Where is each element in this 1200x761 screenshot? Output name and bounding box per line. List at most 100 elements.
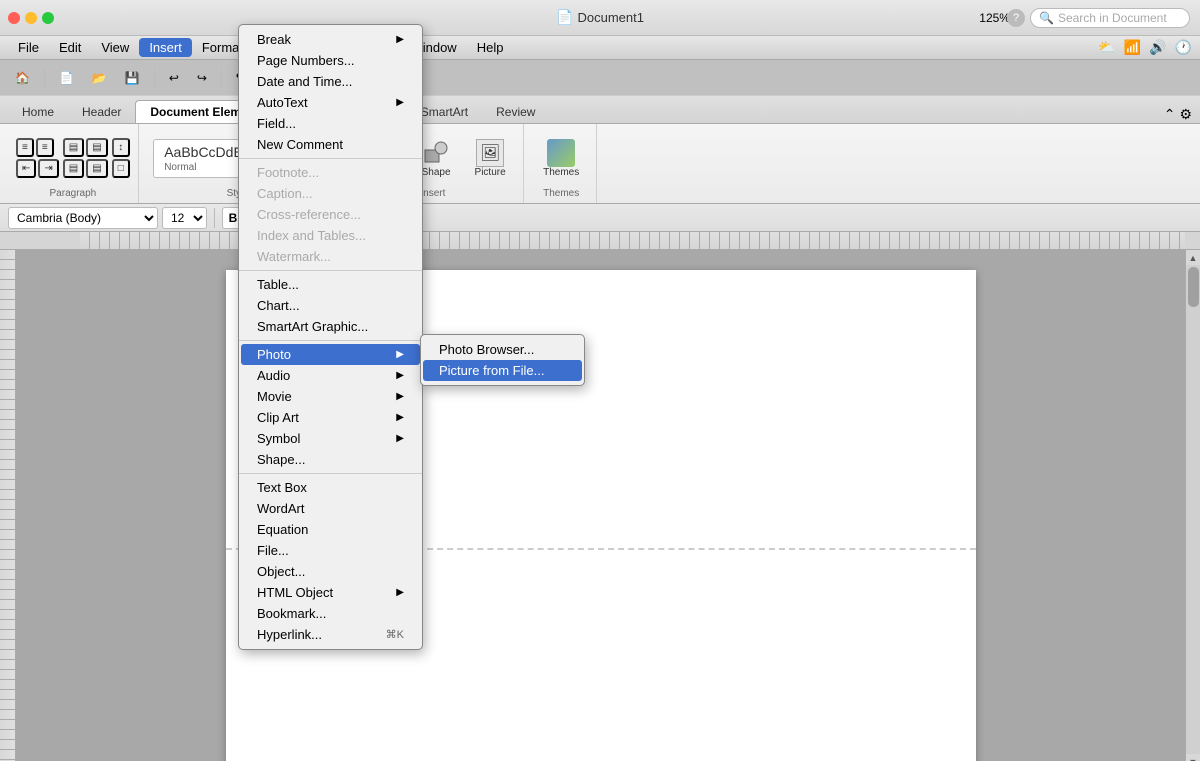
main-area: ▲ ▼ (0, 250, 1200, 761)
menu-view[interactable]: View (91, 38, 139, 57)
scroll-down-button[interactable]: ▼ (1186, 754, 1200, 761)
ruler-left-margin (0, 232, 80, 249)
menu-item-break[interactable]: Break ▶ (241, 29, 420, 50)
menu-item-table[interactable]: Table... (241, 274, 420, 295)
shape-label: Shape (422, 167, 451, 178)
indent-decrease-button[interactable]: ⇤ (16, 159, 36, 178)
break-arrow: ▶ (396, 34, 404, 45)
font-size-select[interactable]: 12 (162, 207, 207, 229)
menu-bar: File Edit View Insert Format Font Tools … (0, 36, 1200, 60)
toolbar-separator-1 (44, 68, 45, 88)
list-number-button[interactable]: ≡ (36, 138, 54, 157)
save-button[interactable]: 💾 (118, 68, 147, 88)
photo-submenu[interactable]: Photo Browser... Picture from File... (420, 334, 585, 386)
home-button[interactable]: 🏠 (8, 68, 37, 88)
ribbon-settings-button[interactable]: ⚙ (1179, 106, 1192, 123)
doc-title: Document1 (577, 10, 643, 25)
menu-item-cross-reference: Cross-reference... (241, 204, 420, 225)
align-left-button[interactable]: ▤ (63, 138, 84, 157)
menu-item-text-box[interactable]: Text Box (241, 477, 420, 498)
menu-item-object[interactable]: Object... (241, 561, 420, 582)
ruler-right-margin (1185, 232, 1200, 249)
menu-item-date-time[interactable]: Date and Time... (241, 71, 420, 92)
menu-item-html-object[interactable]: HTML Object ▶ (241, 582, 420, 603)
menu-item-shape[interactable]: Shape... (241, 449, 420, 470)
scroll-track[interactable] (1186, 265, 1200, 754)
clip-art-arrow: ▶ (396, 412, 404, 423)
list-bullet-button[interactable]: ≡ (16, 138, 34, 157)
toolbar: 🏠 📄 📂 💾 ↩ ↪ ¶ 125% ? (0, 60, 1200, 96)
picture-button[interactable]: 🖼 Picture (465, 134, 515, 183)
autotext-arrow: ▶ (396, 97, 404, 108)
scroll-up-button[interactable]: ▲ (1186, 250, 1200, 265)
help-button[interactable]: ? (1007, 9, 1025, 27)
insert-group-label: Insert (420, 188, 445, 199)
search-document-box[interactable]: 🔍 Search in Document (1030, 8, 1190, 28)
close-button[interactable] (8, 12, 20, 24)
indent-increase-button[interactable]: ⇥ (38, 159, 58, 178)
menu-item-movie[interactable]: Movie ▶ (241, 386, 420, 407)
undo-button[interactable]: ↩ (162, 68, 186, 88)
menu-item-wordart[interactable]: WordArt (241, 498, 420, 519)
menu-item-index-tables: Index and Tables... (241, 225, 420, 246)
menu-item-symbol[interactable]: Symbol ▶ (241, 428, 420, 449)
menu-item-file[interactable]: File... (241, 540, 420, 561)
menu-help[interactable]: Help (467, 38, 514, 57)
align-right-button[interactable]: ▤ (63, 159, 84, 178)
insert-dropdown-menu[interactable]: Break ▶ Page Numbers... Date and Time...… (238, 24, 423, 650)
new-button[interactable]: 📄 (52, 68, 81, 88)
ribbon-collapse-button[interactable]: ⌃ (1164, 106, 1176, 123)
menu-item-new-comment[interactable]: New Comment (241, 134, 420, 155)
borders-button[interactable]: □ (112, 159, 130, 178)
maximize-button[interactable] (42, 12, 54, 24)
doc-title-icon: 📄 (556, 9, 573, 26)
menu-file[interactable]: File (8, 38, 49, 57)
open-button[interactable]: 📂 (85, 68, 114, 88)
submenu-item-photo-browser[interactable]: Photo Browser... (423, 339, 582, 360)
picture-label: Picture (475, 167, 506, 178)
clock-icon: 🕐 (1175, 39, 1192, 56)
menu-item-field[interactable]: Field... (241, 113, 420, 134)
ribbon-group-themes: Themes Themes (526, 124, 597, 203)
title-bar: 📄 Document1 125% ▾ ? 🔍 Search in Documen… (0, 0, 1200, 36)
align-center-button[interactable]: ▤ (86, 138, 107, 157)
document-area[interactable] (16, 250, 1185, 761)
vertical-scrollbar[interactable]: ▲ ▼ (1185, 250, 1200, 761)
ruler (0, 232, 1200, 250)
menu-item-audio[interactable]: Audio ▶ (241, 365, 420, 386)
font-family-select[interactable]: Cambria (Body) (8, 207, 158, 229)
minimize-button[interactable] (25, 12, 37, 24)
connection-icon: ⛅ (1098, 39, 1115, 56)
menu-item-smartart-graphic[interactable]: SmartArt Graphic... (241, 316, 420, 337)
menu-item-equation[interactable]: Equation (241, 519, 420, 540)
menu-insert[interactable]: Insert (139, 38, 192, 57)
search-placeholder: Search in Document (1058, 11, 1167, 25)
line-spacing-button[interactable]: ↕ (112, 138, 130, 157)
justify-button[interactable]: ▤ (86, 159, 107, 178)
hyperlink-shortcut: ⌘K (386, 628, 404, 641)
tab-header[interactable]: Header (68, 101, 135, 123)
themes-button[interactable]: Themes (534, 134, 588, 183)
menu-item-hyperlink[interactable]: Hyperlink... ⌘K (241, 624, 420, 645)
menu-item-autotext[interactable]: AutoText ▶ (241, 92, 420, 113)
themes-content: Themes (534, 128, 588, 188)
menu-item-photo[interactable]: Photo ▶ (241, 344, 420, 365)
movie-arrow: ▶ (396, 391, 404, 402)
menu-item-footnote: Footnote... (241, 162, 420, 183)
menu-item-chart[interactable]: Chart... (241, 295, 420, 316)
menu-divider-1 (239, 158, 422, 159)
menu-item-watermark: Watermark... (241, 246, 420, 267)
scroll-thumb[interactable] (1188, 267, 1199, 307)
menu-item-clip-art[interactable]: Clip Art ▶ (241, 407, 420, 428)
ribbon-content: ≡ ≡ ⇤ ⇥ ▤ ▤ ▤ ▤ (0, 124, 1200, 204)
tab-home[interactable]: Home (8, 101, 68, 123)
format-bar: Cambria (Body) 12 B I U S̶ A (0, 204, 1200, 232)
menu-item-page-numbers[interactable]: Page Numbers... (241, 50, 420, 71)
paragraph-controls: ≡ ≡ ⇤ ⇥ ▤ ▤ ▤ ▤ (16, 128, 130, 188)
themes-icon (547, 139, 575, 167)
tab-review[interactable]: Review (482, 101, 549, 123)
redo-button[interactable]: ↪ (190, 68, 214, 88)
menu-item-bookmark[interactable]: Bookmark... (241, 603, 420, 624)
submenu-item-picture-from-file[interactable]: Picture from File... (423, 360, 582, 381)
menu-edit[interactable]: Edit (49, 38, 91, 57)
